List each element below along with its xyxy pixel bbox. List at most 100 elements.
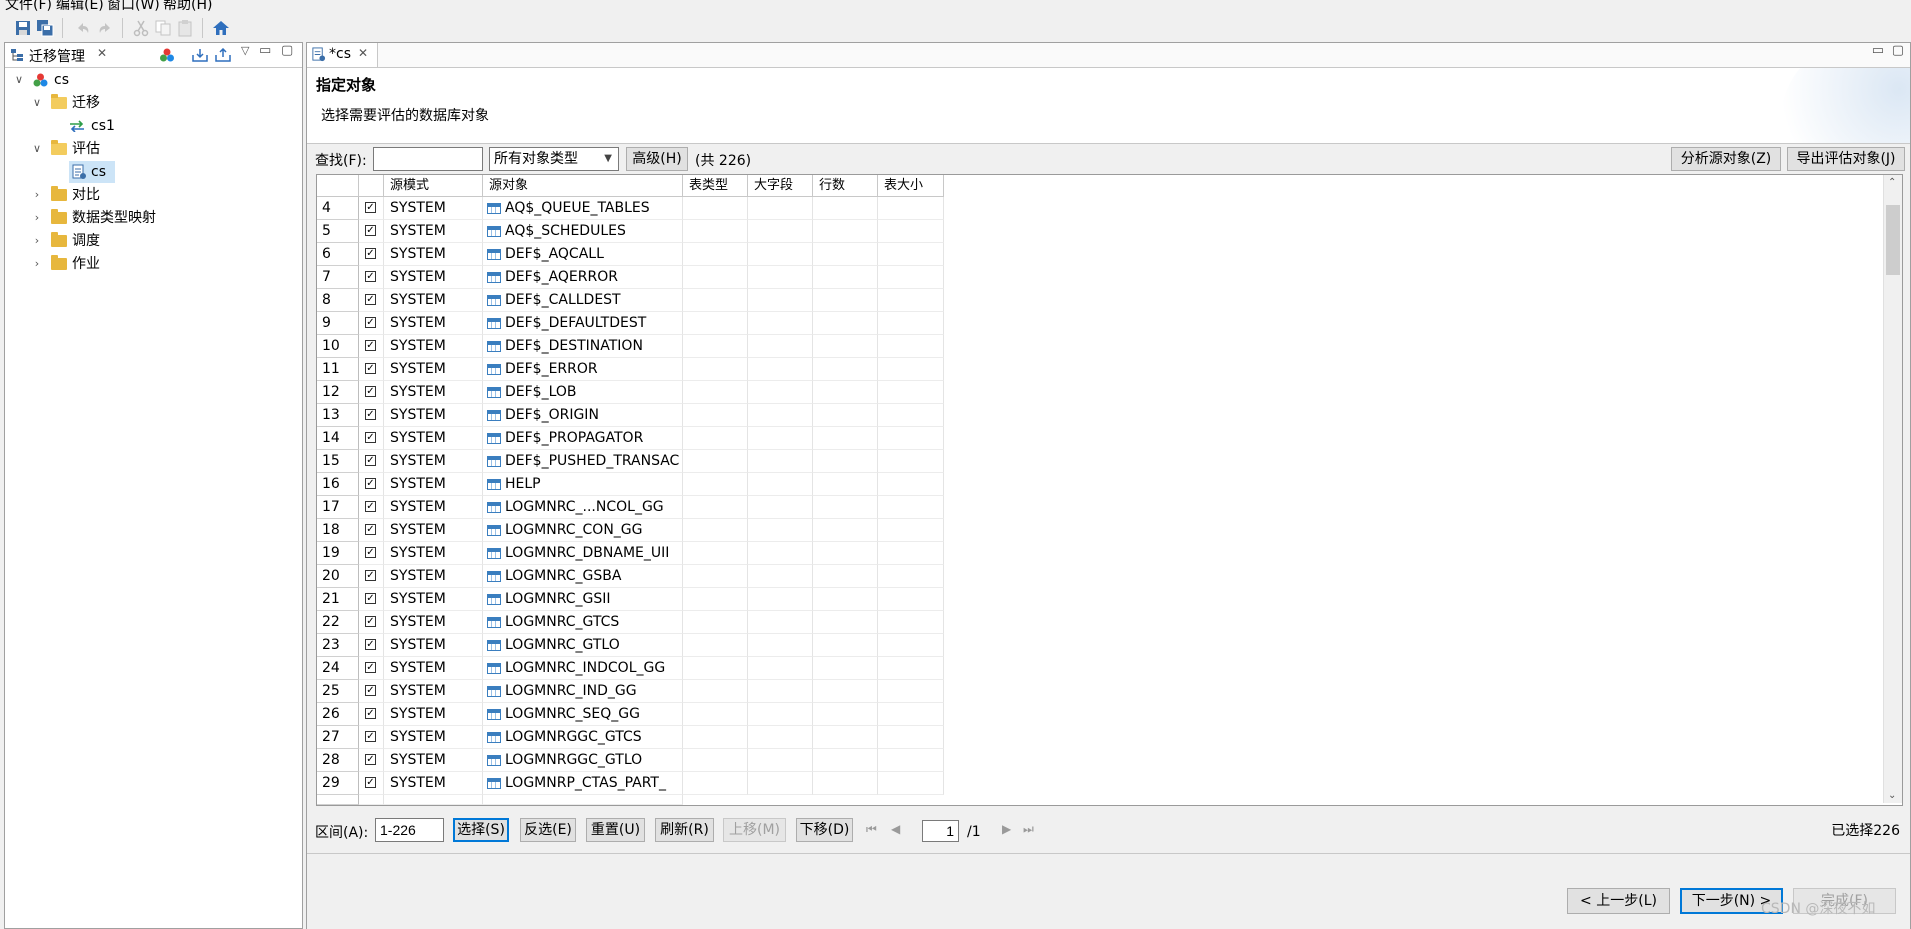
export-icon[interactable]	[215, 48, 231, 62]
checkbox-checked-icon[interactable]: ✓	[365, 317, 376, 328]
table-row[interactable]: 22 ✓ SYSTEM LOGMNRC_GTCS	[317, 611, 1882, 634]
minimize-icon[interactable]: ▭	[259, 43, 271, 58]
row-checkbox[interactable]: ✓	[359, 772, 384, 795]
checkbox-checked-icon[interactable]: ✓	[365, 570, 376, 581]
col-header-check[interactable]	[359, 175, 384, 197]
vertical-scrollbar[interactable]: ⌃ ⌄	[1883, 175, 1902, 803]
checkbox-checked-icon[interactable]: ✓	[365, 547, 376, 558]
table-row[interactable]: 24 ✓ SYSTEM LOGMNRC_INDCOL_GG	[317, 657, 1882, 680]
find-input[interactable]	[373, 147, 483, 171]
checkbox-checked-icon[interactable]: ✓	[365, 363, 376, 374]
menu-file[interactable]: 文件(F)	[5, 0, 52, 14]
checkbox-checked-icon[interactable]: ✓	[365, 478, 376, 489]
checkbox-checked-icon[interactable]: ✓	[365, 708, 376, 719]
row-checkbox[interactable]: ✓	[359, 312, 384, 335]
table-row[interactable]: 4 ✓ SYSTEM AQ$_QUEUE_TABLES	[317, 197, 1882, 220]
row-checkbox[interactable]: ✓	[359, 243, 384, 266]
row-checkbox[interactable]: ✓	[359, 749, 384, 772]
table-row[interactable]: 6 ✓ SYSTEM DEF$_AQCALL	[317, 243, 1882, 266]
export-assessment-button[interactable]: 导出评估对象(J)	[1787, 147, 1905, 171]
row-checkbox[interactable]: ✓	[359, 588, 384, 611]
checkbox-checked-icon[interactable]: ✓	[365, 340, 376, 351]
table-row[interactable]: 15 ✓ SYSTEM DEF$_PUSHED_TRANSAC	[317, 450, 1882, 473]
chevron-right-icon[interactable]: ›	[31, 253, 43, 275]
table-row[interactable]: 18 ✓ SYSTEM LOGMNRC_CON_GG	[317, 519, 1882, 542]
next-page-icon[interactable]: ▶	[1002, 822, 1011, 836]
row-checkbox[interactable]: ✓	[359, 519, 384, 542]
row-checkbox[interactable]: ✓	[359, 565, 384, 588]
scroll-down-icon[interactable]: ⌄	[1888, 790, 1896, 801]
page-input[interactable]	[922, 820, 959, 842]
chevron-right-icon[interactable]: ›	[31, 184, 43, 206]
checkbox-checked-icon[interactable]: ✓	[365, 225, 376, 236]
connect-icon[interactable]	[159, 48, 175, 62]
table-row[interactable]: 21 ✓ SYSTEM LOGMNRC_GSII	[317, 588, 1882, 611]
table-row[interactable]: 9 ✓ SYSTEM DEF$_DEFAULTDEST	[317, 312, 1882, 335]
save-all-icon[interactable]	[36, 19, 54, 37]
table-row[interactable]: 26 ✓ SYSTEM LOGMNRC_SEQ_GG	[317, 703, 1882, 726]
checkbox-checked-icon[interactable]: ✓	[365, 202, 376, 213]
row-checkbox[interactable]: ✓	[359, 703, 384, 726]
row-checkbox[interactable]: ✓	[359, 266, 384, 289]
redo-icon[interactable]	[96, 19, 114, 37]
checkbox-checked-icon[interactable]: ✓	[365, 271, 376, 282]
tree-node-compare[interactable]: › 对比	[31, 184, 291, 206]
prev-step-button[interactable]: < 上一步(L)	[1567, 888, 1670, 914]
tree-node-jobs[interactable]: › 作业	[31, 253, 291, 275]
maximize-icon[interactable]: ▢	[281, 43, 293, 58]
col-header-size[interactable]: 表大小	[878, 175, 944, 197]
view-tab[interactable]: 迁移管理 ✕ ▽ ▭ ▢	[5, 43, 302, 68]
col-header-schema[interactable]: 源模式	[384, 175, 483, 197]
select-button[interactable]: 选择(S)	[453, 818, 509, 842]
range-input[interactable]	[375, 818, 444, 842]
scroll-thumb[interactable]	[1886, 205, 1900, 275]
save-icon[interactable]	[14, 19, 32, 37]
row-checkbox[interactable]: ✓	[359, 634, 384, 657]
tree-node-type-mapping[interactable]: › 数据类型映射	[31, 207, 291, 229]
cut-icon[interactable]	[132, 19, 150, 37]
menu-help[interactable]: 帮助(H)	[163, 0, 212, 14]
close-icon[interactable]: ✕	[358, 46, 368, 60]
row-checkbox[interactable]: ✓	[359, 220, 384, 243]
table-row[interactable]: 20 ✓ SYSTEM LOGMNRC_GSBA	[317, 565, 1882, 588]
row-checkbox[interactable]: ✓	[359, 473, 384, 496]
object-type-select[interactable]: 所有对象类型 ▼	[489, 147, 619, 171]
checkbox-checked-icon[interactable]: ✓	[365, 432, 376, 443]
refresh-button[interactable]: 刷新(R)	[655, 818, 714, 842]
row-checkbox[interactable]: ✓	[359, 427, 384, 450]
row-checkbox[interactable]: ✓	[359, 358, 384, 381]
checkbox-checked-icon[interactable]: ✓	[365, 731, 376, 742]
close-icon[interactable]: ✕	[97, 46, 107, 60]
row-checkbox[interactable]: ✓	[359, 726, 384, 749]
table-row[interactable]: 27 ✓ SYSTEM LOGMNRGGC_GTCS	[317, 726, 1882, 749]
table-row[interactable]: 11 ✓ SYSTEM DEF$_ERROR	[317, 358, 1882, 381]
reset-button[interactable]: 重置(U)	[586, 818, 645, 842]
checkbox-checked-icon[interactable]: ✓	[365, 777, 376, 788]
chevron-down-icon[interactable]: ∨	[13, 69, 25, 91]
editor-tab-cs[interactable]: *cs ✕	[307, 43, 378, 67]
chevron-right-icon[interactable]: ›	[31, 207, 43, 229]
row-checkbox[interactable]: ✓	[359, 289, 384, 312]
col-header-object[interactable]: 源对象	[483, 175, 683, 197]
undo-icon[interactable]	[74, 19, 92, 37]
advanced-button[interactable]: 高级(H)	[626, 147, 688, 171]
col-header-lob[interactable]: 大字段	[748, 175, 813, 197]
checkbox-checked-icon[interactable]: ✓	[365, 639, 376, 650]
checkbox-checked-icon[interactable]: ✓	[365, 524, 376, 535]
home-icon[interactable]	[212, 19, 230, 37]
table-row[interactable]: 29 ✓ SYSTEM LOGMNRP_CTAS_PART_	[317, 772, 1882, 795]
last-page-icon[interactable]: ⏭	[1023, 822, 1034, 837]
table-row[interactable]: 5 ✓ SYSTEM AQ$_SCHEDULES	[317, 220, 1882, 243]
checkbox-checked-icon[interactable]: ✓	[365, 248, 376, 259]
paste-icon[interactable]	[176, 19, 194, 37]
table-row[interactable]: 14 ✓ SYSTEM DEF$_PROPAGATOR	[317, 427, 1882, 450]
table-row[interactable]: 17 ✓ SYSTEM LOGMNRC_...NCOL_GG	[317, 496, 1882, 519]
row-checkbox[interactable]: ✓	[359, 542, 384, 565]
row-checkbox[interactable]: ✓	[359, 335, 384, 358]
checkbox-checked-icon[interactable]: ✓	[365, 409, 376, 420]
checkbox-checked-icon[interactable]: ✓	[365, 501, 376, 512]
table-row[interactable]: 28 ✓ SYSTEM LOGMNRGGC_GTLO	[317, 749, 1882, 772]
table-row[interactable]: 7 ✓ SYSTEM DEF$_AQERROR	[317, 266, 1882, 289]
table-row[interactable]: 13 ✓ SYSTEM DEF$_ORIGIN	[317, 404, 1882, 427]
row-checkbox[interactable]: ✓	[359, 381, 384, 404]
